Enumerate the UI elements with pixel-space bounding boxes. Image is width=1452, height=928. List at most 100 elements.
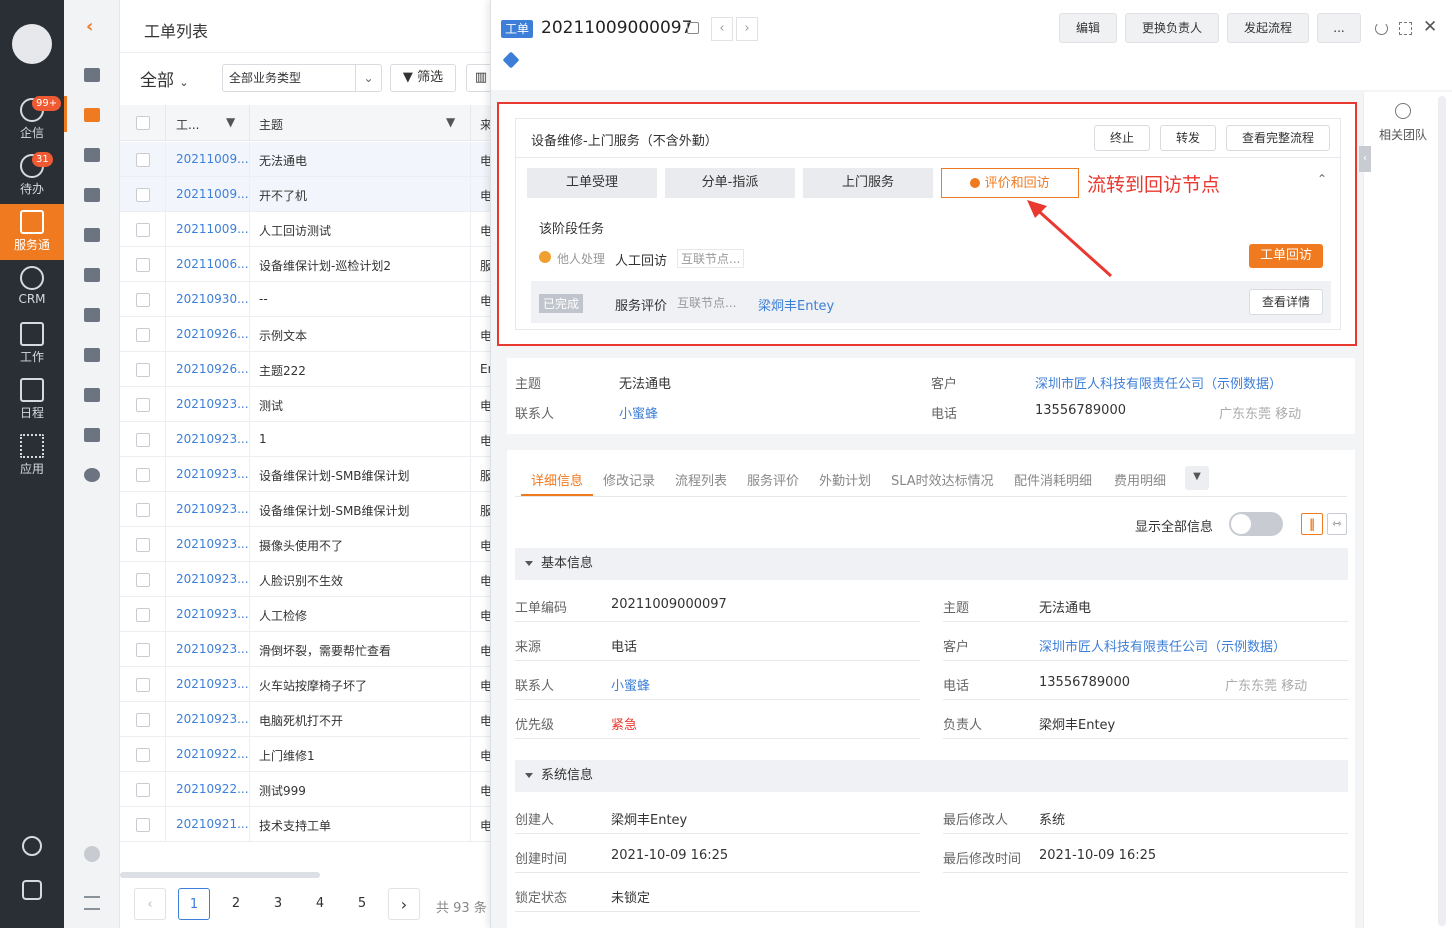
horizontal-scrollbar[interactable]: [120, 872, 320, 878]
help-icon[interactable]: [84, 846, 100, 862]
row-code[interactable]: 20210923...: [176, 642, 249, 656]
select-all-checkbox[interactable]: [136, 116, 150, 130]
terminate-button[interactable]: 终止: [1094, 125, 1150, 151]
table-row[interactable]: 20210923... 人工检修 电: [120, 597, 490, 632]
nav-item-qixin[interactable]: 企信 99+: [0, 92, 64, 148]
tab-1[interactable]: 修改记录: [603, 470, 655, 489]
stage-accept[interactable]: 工单受理: [527, 168, 657, 198]
table-row[interactable]: 20210921... 技术支持工单 电: [120, 807, 490, 842]
row-code[interactable]: 20210921...: [176, 817, 249, 831]
table-row[interactable]: 20211009... 人工回访测试 电: [120, 212, 490, 247]
layout-fit-button[interactable]: ⇿: [1327, 513, 1347, 535]
nav-item-work[interactable]: 工作: [0, 316, 64, 372]
row-checkbox[interactable]: [136, 363, 150, 377]
row-checkbox[interactable]: [136, 608, 150, 622]
user-manage-icon[interactable]: [22, 880, 42, 900]
device2-icon[interactable]: [84, 308, 100, 322]
row-checkbox[interactable]: [136, 538, 150, 552]
biz-type-select[interactable]: 全部业务类型 ⌄: [222, 64, 382, 92]
table-row[interactable]: 20210922... 测试999 电: [120, 772, 490, 807]
row-code[interactable]: 20210923...: [176, 432, 249, 446]
table-row[interactable]: 20211009... 无法通电 电: [120, 142, 490, 177]
summary-phone[interactable]: 13556789000: [1035, 403, 1126, 418]
box-icon[interactable]: [84, 348, 100, 362]
collapse-up-icon[interactable]: ⌃: [1317, 172, 1327, 186]
tab-0[interactable]: 详细信息: [531, 470, 583, 489]
row-code[interactable]: 20211009...: [176, 187, 249, 201]
row-code[interactable]: 20210930...: [176, 292, 249, 306]
workorder-icon[interactable]: [84, 108, 100, 122]
table-row[interactable]: 20210923... 摄像头使用不了 电: [120, 527, 490, 562]
summary-customer[interactable]: 深圳市匠人科技有限责任公司（示例数据）: [1035, 373, 1282, 392]
table-row[interactable]: 20210923... 1 电: [120, 422, 490, 457]
summary-contact[interactable]: 小蜜蜂: [619, 403, 658, 422]
row-checkbox[interactable]: [136, 573, 150, 587]
nav-item-crm[interactable]: CRM: [0, 260, 64, 316]
row-checkbox[interactable]: [136, 503, 150, 517]
tab-7[interactable]: 费用明细: [1114, 470, 1166, 489]
row-code[interactable]: 20210923...: [176, 397, 249, 411]
stage-onsite[interactable]: 上门服务: [803, 168, 933, 198]
settings-icon[interactable]: [22, 836, 42, 856]
nav-item-apps[interactable]: 应用: [0, 428, 64, 484]
row-code[interactable]: 20210926...: [176, 362, 249, 376]
stage-review-visit[interactable]: 评价和回访: [941, 168, 1079, 198]
row-code[interactable]: 20210923...: [176, 467, 249, 481]
row-checkbox[interactable]: [136, 713, 150, 727]
table-row[interactable]: 20210923... 设备维保计划-SMB维保计划 服: [120, 492, 490, 527]
scope-dropdown[interactable]: 全部 ⌄: [140, 66, 189, 91]
book-icon[interactable]: [84, 428, 100, 442]
table-row[interactable]: 20210930... -- 电: [120, 282, 490, 317]
tag-icon[interactable]: [502, 51, 520, 69]
related-team-label[interactable]: 相关团队: [1379, 126, 1427, 143]
table-row[interactable]: 20210926... 示例文本 电: [120, 317, 490, 352]
funnel-icon[interactable]: ▼: [226, 115, 235, 129]
row-checkbox[interactable]: [136, 818, 150, 832]
tab-5[interactable]: SLA时效达标情况: [891, 470, 994, 489]
more-button[interactable]: ...: [1317, 13, 1361, 43]
row-checkbox[interactable]: [136, 153, 150, 167]
row-checkbox[interactable]: [136, 783, 150, 797]
change-owner-button[interactable]: 更换负责人: [1125, 13, 1219, 43]
menu-icon[interactable]: [84, 896, 100, 910]
show-all-toggle[interactable]: [1229, 512, 1283, 536]
col-source-header[interactable]: 来: [480, 116, 490, 133]
next-page-button[interactable]: ›: [388, 888, 420, 920]
tab-2[interactable]: 流程列表: [675, 470, 727, 489]
table-row[interactable]: 20210923... 火车站按摩椅子坏了 电: [120, 667, 490, 702]
filter-button[interactable]: ▼ 筛选: [390, 64, 456, 92]
row-code[interactable]: 20211006...: [176, 257, 249, 271]
table-row[interactable]: 20210923... 人脸识别不生效 电: [120, 562, 490, 597]
page-4[interactable]: 4: [304, 888, 336, 920]
gear-icon[interactable]: [84, 468, 100, 482]
page-3[interactable]: 3: [262, 888, 294, 920]
table-row[interactable]: 20210926... 主题222 Er: [120, 352, 490, 387]
funnel-icon[interactable]: ▼: [446, 115, 455, 129]
table-row[interactable]: 20210923... 电脑死机打不开 电: [120, 702, 490, 737]
stage-dispatch[interactable]: 分单-指派: [665, 168, 795, 198]
row-checkbox[interactable]: [136, 293, 150, 307]
tabs-more-button[interactable]: ▼: [1185, 466, 1209, 490]
revisit-workorder-button[interactable]: 工单回访: [1249, 244, 1323, 268]
bar-chart-icon[interactable]: [84, 388, 100, 402]
page-1[interactable]: 1: [178, 888, 210, 920]
row-code[interactable]: 20210926...: [176, 327, 249, 341]
card-icon[interactable]: [84, 228, 100, 242]
table-row[interactable]: 20210923... 设备维保计划-SMB维保计划 服: [120, 457, 490, 492]
row-checkbox[interactable]: [136, 643, 150, 657]
row-checkbox[interactable]: [136, 433, 150, 447]
lock-icon[interactable]: [687, 22, 699, 34]
table-row[interactable]: 20210923... 测试 电: [120, 387, 490, 422]
row-code[interactable]: 20210923...: [176, 677, 249, 691]
task-icon[interactable]: [84, 188, 100, 202]
layout-two-col-button[interactable]: ‖: [1301, 513, 1323, 535]
row-code[interactable]: 20210923...: [176, 502, 249, 516]
team-icon[interactable]: [1395, 103, 1411, 119]
contact-value[interactable]: 小蜜蜂: [611, 675, 650, 694]
prev-page-button[interactable]: ‹: [134, 888, 166, 920]
side-collapse-handle[interactable]: ‹: [1359, 146, 1371, 172]
customer-value[interactable]: 深圳市匠人科技有限责任公司（示例数据）: [1039, 636, 1286, 655]
row-checkbox[interactable]: [136, 328, 150, 342]
basic-info-section[interactable]: 基本信息: [515, 548, 1348, 580]
row-checkbox[interactable]: [136, 468, 150, 482]
